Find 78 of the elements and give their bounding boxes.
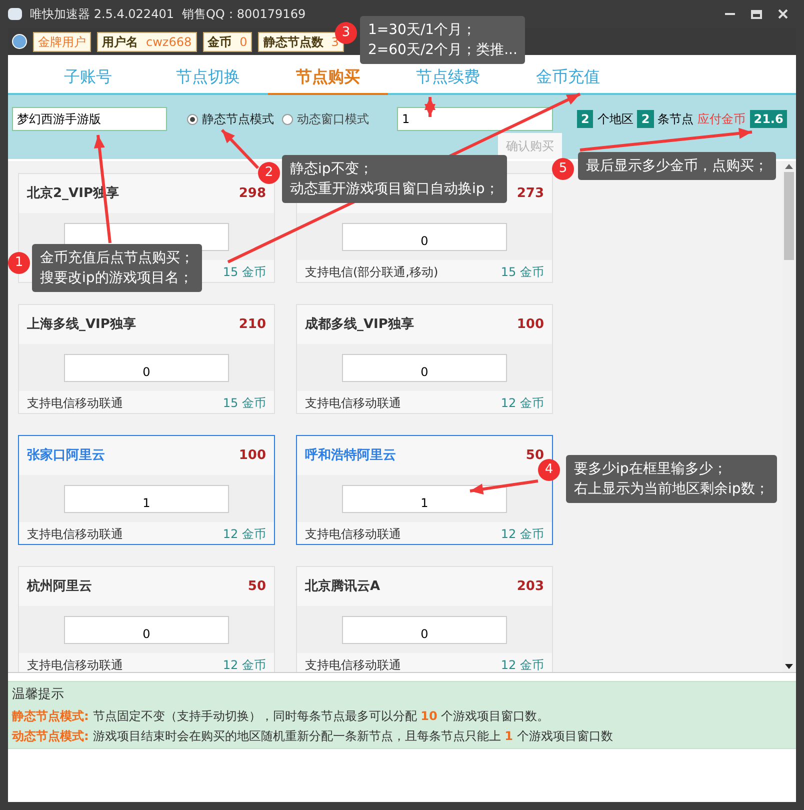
duration-field[interactable]: 1 [397,107,553,131]
chip-value: 0 [240,34,248,50]
scrollbar[interactable] [782,161,796,672]
sales-contact: 销售QQ：800179169 [182,6,306,23]
node-support: 支持电信移动联通 [305,395,401,412]
game-name-field[interactable]: 梦幻西游手游版 [12,107,167,131]
window-title: 唯快加速器 2.5.4.022401 [30,6,174,23]
node-support: 支持电信移动联通 [27,526,123,544]
node-price: 15 金币 [222,395,266,412]
node-price: 12 金币 [500,657,544,672]
quantity-field[interactable]: 0 [342,616,507,644]
mode-radio[interactable]: 静态节点模式 [187,110,274,128]
node-title: 杭州阿里云 [27,578,92,596]
node-price: 12 金币 [500,395,544,412]
chip-value: cwz668 [146,34,192,50]
node-title: 北京腾讯云A [305,578,380,596]
tip-label: 静态节点模式: [12,708,89,724]
tooltip-text: 1=30天/1个月； [368,21,478,40]
tip-label: 动态节点模式: [12,728,89,744]
node-stock: 273 [516,184,544,203]
radio-icon[interactable] [187,114,198,124]
node-card[interactable]: 成都多线_VIP独享 100 0 支持电信移动联通 12 金币 [296,304,553,414]
tip-text: 游戏项目结束时会在购买的地区随机重新分配一条新节点，且每条节点只能上 1 个游戏项目窗口数 [92,728,613,744]
quantity-field[interactable]: 0 [64,616,229,644]
node-title: 上海多线_VIP独享 [27,316,136,334]
tooltip-text: 右上显示为当前地区剩余ip数； [574,480,769,499]
node-stock: 100 [516,316,544,334]
tooltip-text: 最后显示多少金币，点购买； [586,157,768,176]
node-stock: 100 [238,446,266,465]
region-count: 2 [577,110,594,128]
maximize-icon[interactable] [751,10,762,18]
node-support: 支持电信(部分联通,移动) [305,264,438,282]
payable-amount: 21.6 [750,110,788,128]
level-badge: 金牌用户 [33,32,91,52]
node-title: 成都多线_VIP独享 [305,316,414,334]
region-label: 个地区 [597,111,634,128]
payable-label: 应付金币 [698,111,746,128]
tip-text: 节点固定不变（支持手动切换），同时每条节点最多可以分配 10 个游戏项目窗口数。 [92,708,550,724]
tooltip-text: 要多少ip在框里输多少； [574,460,728,479]
quantity-field[interactable]: 0 [342,354,507,382]
chip-label: 金币 [208,34,232,50]
node-stock: 50 [248,578,266,596]
node-support: 支持电信移动联通 [305,526,401,544]
scroll-down-icon[interactable] [785,664,793,669]
node-stock: 203 [516,578,544,596]
node-card[interactable]: 张家口阿里云 100 1 支持电信移动联通 12 金币 [18,435,275,545]
quantity-field[interactable]: 1 [64,484,229,513]
node-price: 12 金币 [222,657,266,672]
user-avatar-icon [12,34,27,49]
app-icon [8,8,22,20]
node-title: 呼和浩特阿里云 [305,446,396,465]
node-title: 张家口阿里云 [27,446,105,465]
node-card[interactable]: 杭州阿里云 50 0 支持电信移动联通 12 金币 [18,566,275,672]
tips-title: 温馨提示 [12,686,65,704]
node-price: 12 金币 [500,526,544,544]
node-price: 12 金币 [222,526,266,544]
scroll-thumb[interactable] [784,172,794,260]
arrow [470,480,538,495]
node-stock: 210 [238,316,266,334]
radio-icon[interactable] [282,114,293,124]
quantity-field[interactable]: 0 [64,354,229,382]
close-icon[interactable] [778,9,788,19]
mode-radio[interactable]: 动态窗口模式 [282,110,369,128]
node-card[interactable]: 北京腾讯云A 203 0 支持电信移动联通 12 金币 [296,566,553,672]
node-stock: 298 [238,184,266,203]
node-support: 支持电信移动联通 [305,657,401,672]
chip-label: 静态节点数 [263,34,324,50]
node-price: 15 金币 [222,264,266,282]
node-card[interactable]: 上海多线_VIP独享 210 0 支持电信移动联通 15 金币 [18,304,275,414]
node-price: 15 金币 [500,264,544,282]
tooltip-text: 金币充值后点节点购买； [40,249,194,268]
node-support: 支持电信移动联通 [27,657,123,672]
node-label: 条节点 [658,111,694,128]
chip-label: 用户名 [102,34,138,50]
quantity-field[interactable]: 1 [342,484,507,513]
node-count: 2 [637,110,654,128]
node-support: 支持电信移动联通 [27,395,123,412]
quantity-field[interactable]: 0 [342,222,507,251]
